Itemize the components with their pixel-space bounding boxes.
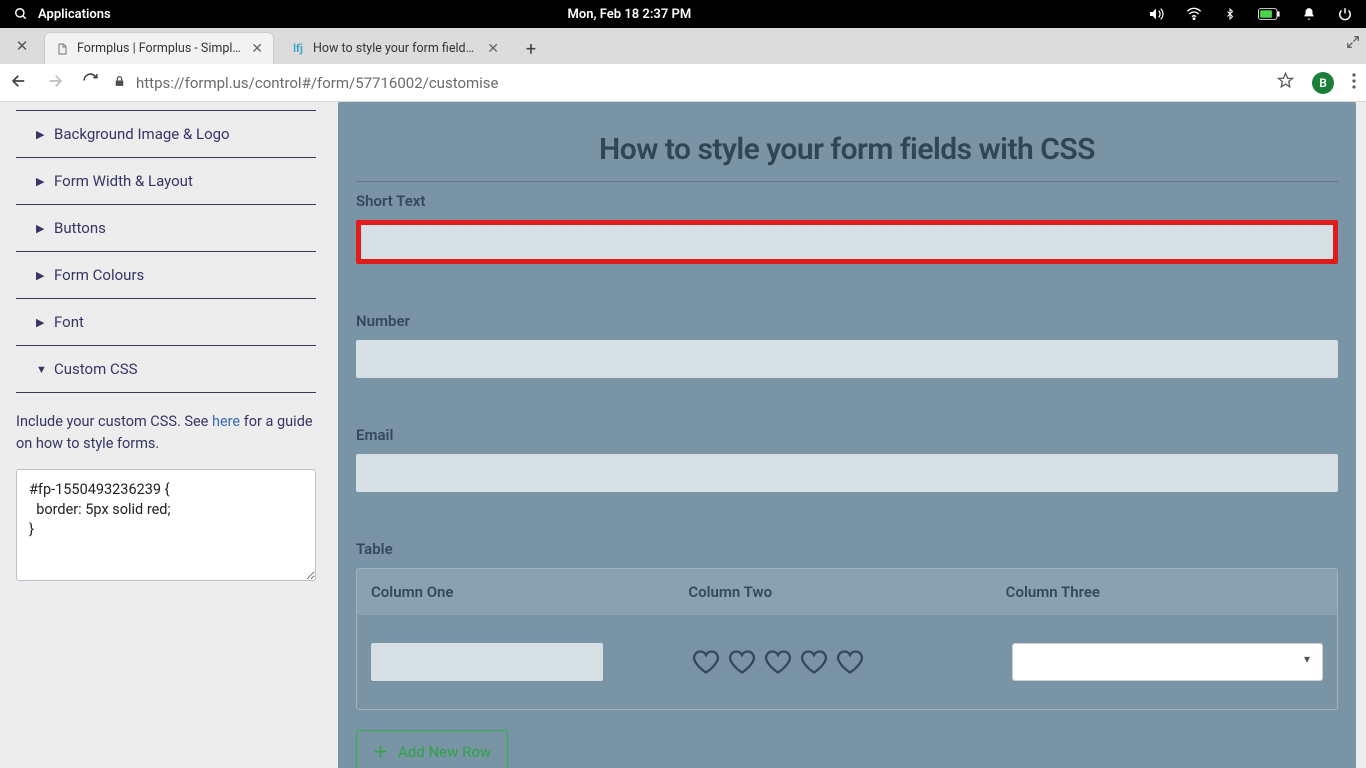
tab-title: Formplus | Formplus - Simple F — [77, 41, 243, 56]
sidebar-item-label: Form Width & Layout — [54, 172, 193, 190]
bluetooth-icon[interactable] — [1224, 6, 1236, 22]
heart-icon[interactable] — [836, 648, 864, 676]
css-help-link[interactable]: here — [212, 413, 240, 430]
short-text-input[interactable] — [356, 220, 1338, 264]
sidebar-item-font[interactable]: ▶ Font — [16, 299, 316, 346]
table-row — [357, 615, 1337, 709]
field-label-table: Table — [356, 540, 1338, 558]
bookmark-star-icon[interactable] — [1277, 72, 1294, 93]
plus-icon: ＋ — [373, 741, 388, 762]
new-tab-button[interactable]: + — [516, 34, 546, 64]
chevron-right-icon: ▶ — [36, 316, 46, 329]
custom-css-textarea[interactable] — [16, 469, 316, 581]
customize-sidebar: ▶ Background Image & Logo ▶ Form Width &… — [0, 102, 332, 768]
heart-icon[interactable] — [764, 648, 792, 676]
rating-hearts[interactable] — [692, 648, 864, 676]
chevron-right-icon: ▶ — [36, 175, 46, 188]
applications-menu[interactable]: Applications — [38, 7, 111, 22]
system-datetime: Mon, Feb 18 2:37 PM — [111, 7, 1148, 22]
form-title: How to style your form fields with CSS — [356, 114, 1338, 181]
site-icon: lfj — [291, 42, 305, 56]
table-field: Column One Column Two Column Three — [356, 568, 1338, 710]
sidebar-item-width-layout[interactable]: ▶ Form Width & Layout — [16, 158, 316, 205]
add-row-button[interactable]: ＋ Add New Row — [356, 730, 508, 768]
reload-button[interactable] — [82, 72, 99, 93]
field-label-email: Email — [356, 426, 1338, 444]
sidebar-item-label: Buttons — [54, 219, 106, 237]
sidebar-item-label: Background Image & Logo — [54, 125, 230, 143]
profile-avatar[interactable]: B — [1312, 72, 1334, 94]
browser-tab-strip: ✕ Formplus | Formplus - Simple F ✕ lfj H… — [0, 28, 1366, 64]
battery-icon[interactable] — [1258, 8, 1280, 20]
table-column-header: Column One — [371, 583, 688, 601]
address-url[interactable]: https://formpl.us/control#/form/57716002… — [136, 74, 499, 92]
browser-tab[interactable]: lfj How to style your form fields w ✕ — [280, 32, 510, 64]
table-header: Column One Column Two Column Three — [357, 569, 1337, 615]
close-icon[interactable]: ✕ — [16, 37, 29, 55]
browser-toolbar: https://formpl.us/control#/form/57716002… — [0, 64, 1366, 102]
browser-tab-active[interactable]: Formplus | Formplus - Simple F ✕ — [44, 32, 274, 64]
field-label-number: Number — [356, 312, 1338, 330]
chevron-right-icon: ▶ — [36, 128, 46, 141]
chevron-down-icon: ▼ — [36, 363, 46, 376]
sidebar-item-buttons[interactable]: ▶ Buttons — [16, 205, 316, 252]
wifi-icon[interactable] — [1186, 6, 1202, 22]
table-dropdown[interactable] — [1012, 643, 1323, 681]
window-collapse-icon[interactable] — [1346, 34, 1360, 53]
power-icon[interactable] — [1338, 7, 1352, 21]
table-text-input[interactable] — [371, 643, 603, 681]
add-row-label: Add New Row — [398, 743, 491, 761]
search-icon[interactable] — [14, 7, 28, 21]
page-icon — [55, 42, 69, 56]
table-column-header: Column Three — [1006, 583, 1323, 601]
chevron-right-icon: ▶ — [36, 269, 46, 282]
volume-icon[interactable] — [1148, 6, 1164, 22]
email-input[interactable] — [356, 454, 1338, 492]
sidebar-item-label: Custom CSS — [54, 360, 138, 378]
back-button[interactable] — [10, 72, 28, 94]
sidebar-item-label: Form Colours — [54, 266, 144, 284]
lock-icon[interactable] — [113, 74, 126, 92]
field-label-short-text: Short Text — [356, 192, 1338, 210]
table-column-header: Column Two — [688, 583, 1005, 601]
heart-icon[interactable] — [692, 648, 720, 676]
divider — [356, 181, 1338, 182]
sidebar-item-custom-css[interactable]: ▼ Custom CSS — [16, 346, 316, 393]
tab-close-icon[interactable]: ✕ — [487, 41, 499, 57]
heart-icon[interactable] — [800, 648, 828, 676]
kebab-menu-icon[interactable] — [1352, 73, 1356, 93]
sidebar-item-label: Font — [54, 313, 84, 331]
notifications-icon[interactable] — [1302, 7, 1316, 21]
form-preview-canvas: How to style your form fields with CSS S… — [338, 102, 1356, 768]
chevron-right-icon: ▶ — [36, 222, 46, 235]
help-text: Include your custom CSS. See — [16, 413, 212, 430]
sidebar-item-background[interactable]: ▶ Background Image & Logo — [16, 110, 316, 158]
sidebar-item-colours[interactable]: ▶ Form Colours — [16, 252, 316, 299]
system-bar: Applications Mon, Feb 18 2:37 PM — [0, 0, 1366, 28]
tab-close-icon[interactable]: ✕ — [251, 41, 263, 57]
css-help-text: Include your custom CSS. See here for a … — [16, 411, 316, 455]
forward-button — [46, 72, 64, 94]
tab-title: How to style your form fields w — [313, 41, 479, 56]
number-input[interactable] — [356, 340, 1338, 378]
heart-icon[interactable] — [728, 648, 756, 676]
